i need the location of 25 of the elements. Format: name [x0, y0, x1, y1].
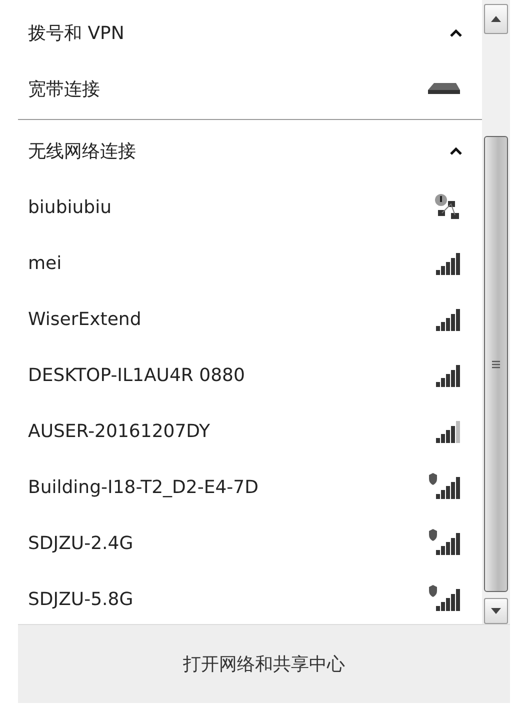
section-title: 无线网络连接: [28, 140, 136, 164]
connection-name[interactable]: WiserExtend: [28, 306, 142, 332]
secured-signal-icon: [428, 473, 462, 501]
section-title: 拨号和 VPN: [28, 22, 124, 46]
secured-signal-icon: [428, 585, 462, 613]
down-arrow-icon: [491, 608, 501, 614]
connection-name[interactable]: SDJZU-5.8G: [28, 586, 134, 612]
scrollbar-thumb[interactable]: [484, 136, 508, 592]
up-arrow-icon: [491, 16, 501, 22]
network-computers-icon: [434, 193, 462, 221]
scroll-down-button[interactable]: [484, 598, 508, 624]
connection-name[interactable]: AUSER-20161207DY: [28, 418, 210, 444]
connection-name[interactable]: DESKTOP-IL1AU4R 0880: [28, 362, 245, 388]
network-sharing-center-link[interactable]: 打开网络和共享中心: [183, 650, 345, 678]
grip-icon: [491, 360, 501, 368]
secured-signal-icon: [428, 529, 462, 557]
collapse-caret-icon[interactable]: [450, 147, 462, 155]
collapse-caret-icon[interactable]: [450, 29, 462, 37]
connection-name[interactable]: biubiubiu: [28, 194, 112, 220]
connection-name[interactable]: Building-I18-T2_D2-E4-7D: [28, 474, 258, 500]
modem-icon: [426, 81, 462, 97]
connection-name[interactable]: 宽带连接: [28, 76, 100, 102]
scroll-up-button[interactable]: [484, 4, 508, 34]
connection-name[interactable]: SDJZU-2.4G: [28, 530, 134, 556]
connection-name[interactable]: mei: [28, 250, 62, 276]
